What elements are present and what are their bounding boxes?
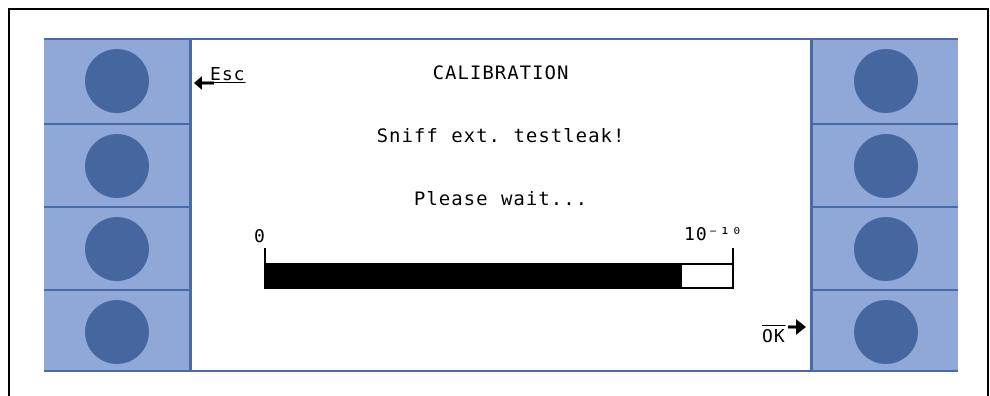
- left-softkey-3-button[interactable]: [84, 216, 149, 281]
- left-softkey-2[interactable]: [44, 123, 189, 206]
- right-softkey-4[interactable]: [813, 289, 958, 372]
- right-softkey-3-button[interactable]: [853, 216, 918, 281]
- left-softkey-1[interactable]: [44, 40, 189, 121]
- left-softkey-4[interactable]: [44, 289, 189, 372]
- forward-arrow-icon: [788, 319, 806, 335]
- right-softkey-4-button[interactable]: [853, 299, 918, 364]
- screen-title: CALIBRATION: [432, 62, 570, 84]
- right-softkey-1-button[interactable]: [853, 48, 918, 113]
- ok-label[interactable]: OK: [762, 326, 786, 347]
- right-softkey-3[interactable]: [813, 206, 958, 289]
- right-softkey-panel: [810, 38, 958, 372]
- left-softkey-2-button[interactable]: [84, 133, 149, 198]
- progress-bar-fill: [266, 265, 683, 287]
- scale-min-label: 0: [254, 226, 266, 247]
- right-softkey-2-button[interactable]: [853, 133, 918, 198]
- status-message: Please wait...: [413, 188, 589, 210]
- left-softkey-panel: [44, 38, 192, 372]
- instruction-message: Sniff ext. testleak!: [376, 125, 626, 147]
- left-softkey-1-button[interactable]: [84, 48, 149, 113]
- left-softkey-4-button[interactable]: [84, 299, 149, 364]
- right-softkey-2[interactable]: [813, 123, 958, 206]
- right-softkey-1[interactable]: [813, 40, 958, 121]
- scale-max-label: 10⁻¹⁰: [684, 224, 744, 245]
- display-screen: Esc CALIBRATION Sniff ext. testleak! Ple…: [192, 38, 810, 372]
- progress-bar: [264, 263, 734, 289]
- left-softkey-3[interactable]: [44, 206, 189, 289]
